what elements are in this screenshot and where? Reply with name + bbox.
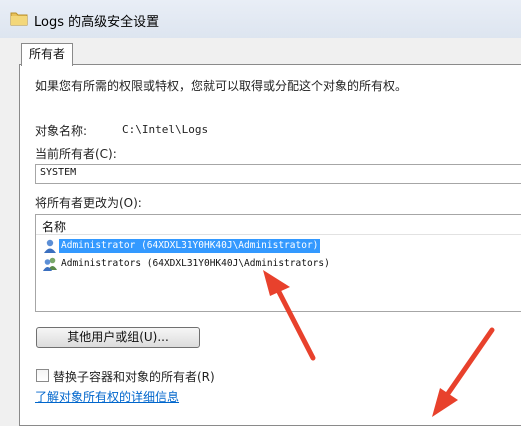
current-owner-value: SYSTEM	[40, 167, 77, 178]
list-item-administrator[interactable]: Administrator (64XDXL31Y0HK40J\Administr…	[40, 238, 521, 254]
list-item-administrators[interactable]: Administrators (64XDXL31Y0HK40J\Administ…	[40, 256, 521, 272]
owner-listbox[interactable]: 名称 Administrator (64XDXL31Y0HK40J\Admini…	[35, 214, 521, 312]
current-owner-field: SYSTEM	[35, 164, 521, 184]
user-icon	[44, 239, 56, 253]
tab-owner[interactable]: 所有者	[21, 43, 73, 66]
list-item-label: Administrator (64XDXL31Y0HK40J\Administr…	[59, 239, 321, 253]
window-title: Logs 的高级安全设置	[34, 15, 160, 30]
object-name-value: C:\Intel\Logs	[122, 123, 209, 136]
list-item-label: Administrators (64XDXL31Y0HK40J\Administ…	[61, 258, 330, 269]
ownership-details-link[interactable]: 了解对象所有权的详细信息	[35, 388, 179, 405]
folder-icon	[10, 12, 28, 26]
object-name-label: 对象名称:	[35, 124, 88, 138]
title-bar: Logs 的高级安全设置	[0, 0, 521, 38]
column-name-label: 名称	[42, 220, 67, 234]
current-owner-label: 当前所有者(C):	[35, 147, 117, 161]
replace-owner-checkbox[interactable]	[36, 369, 49, 382]
list-column-header[interactable]: 名称	[36, 215, 521, 235]
replace-owner-label[interactable]: 替换子容器和对象的所有者(R)	[53, 368, 215, 385]
other-users-button[interactable]: 其他用户或组(U)...	[36, 327, 200, 348]
change-owner-label: 将所有者更改为(O):	[35, 196, 142, 210]
users-group-icon	[43, 257, 57, 271]
description-text: 如果您有所需的权限或特权，您就可以取得或分配这个对象的所有权。	[35, 79, 408, 93]
